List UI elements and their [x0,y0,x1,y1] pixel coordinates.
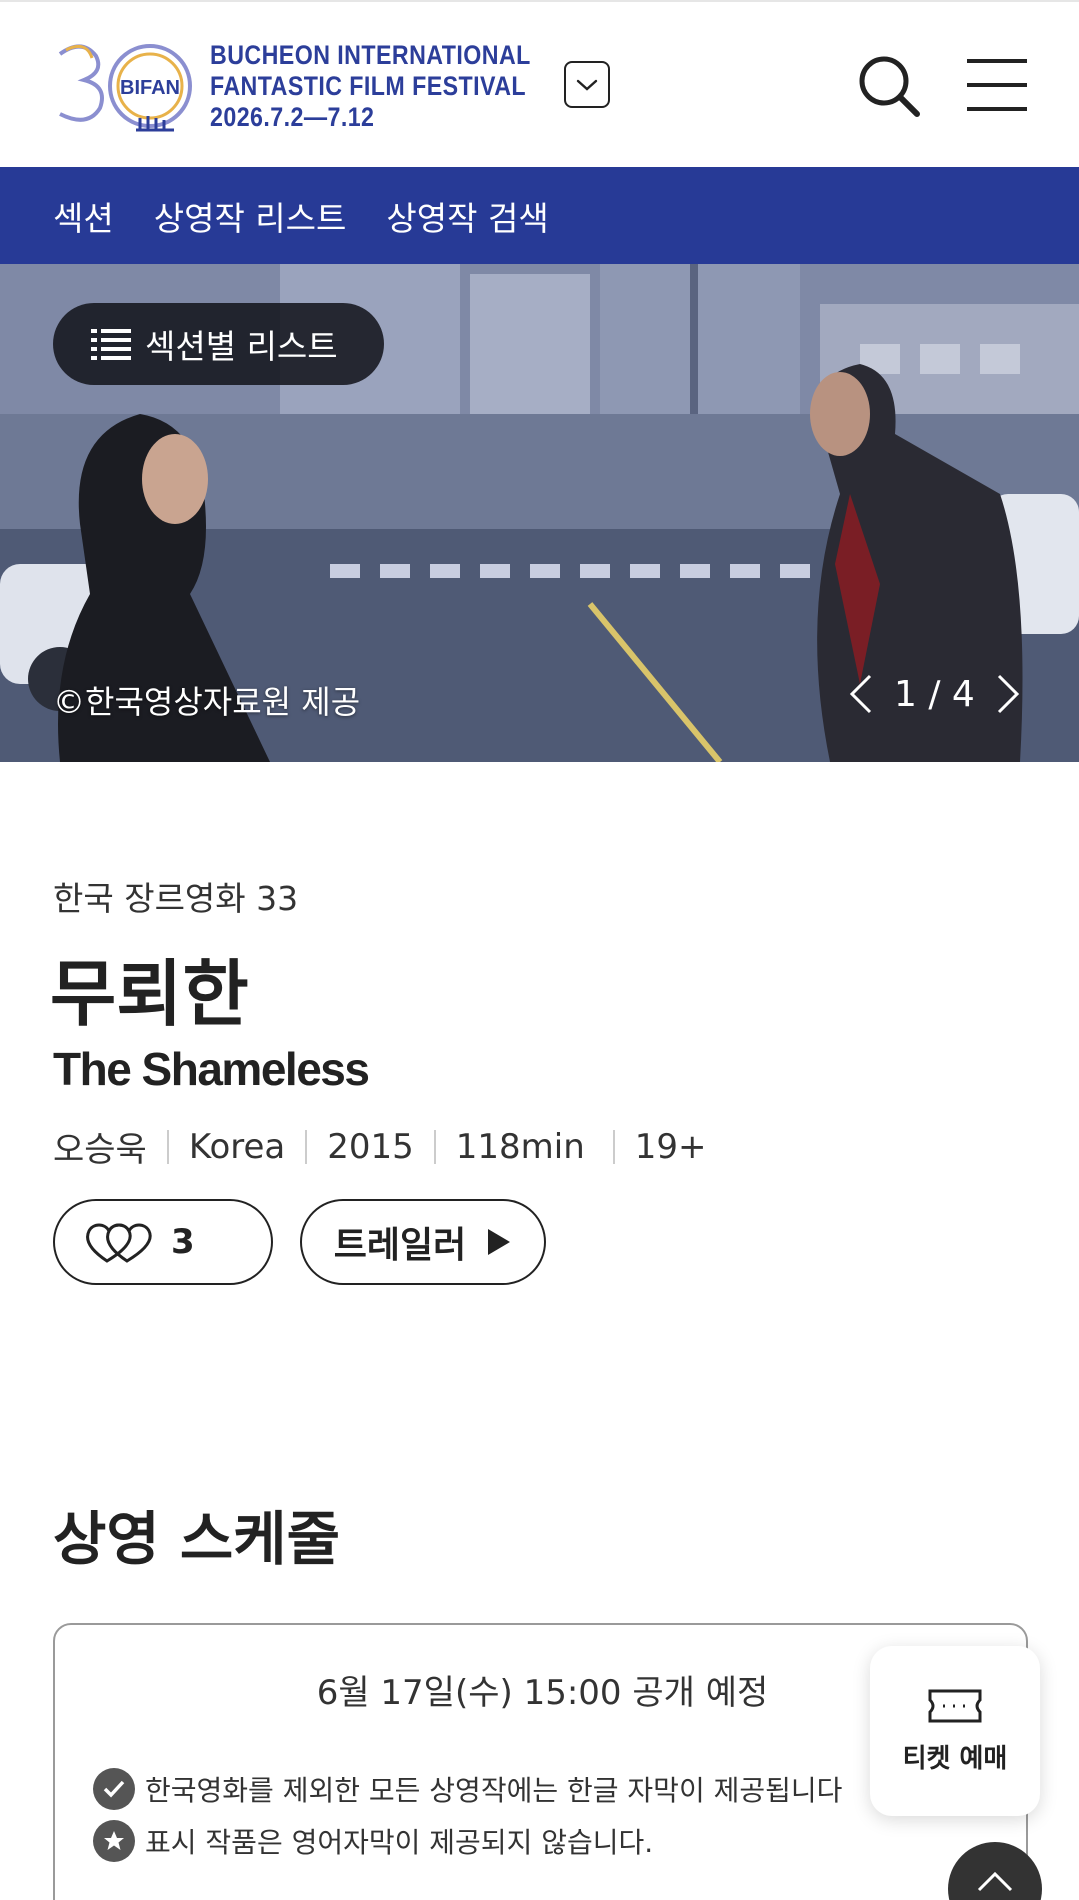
image-credit: ©한국영상자료원 제공 [53,683,361,721]
ticket-icon [928,1689,982,1722]
list-icon [91,329,131,360]
heart-outline-icon [86,1223,152,1263]
film-rating: 19+ [634,1126,707,1167]
chevron-left-icon[interactable] [846,672,876,716]
chevron-right-icon[interactable] [993,672,1023,716]
ticket-booking-button[interactable]: 티켓 예매 [870,1646,1040,1816]
logo-mark: BIFAN [120,77,180,99]
page: BIFAN BUCHEON INTERNATIONAL FANTASTIC FI… [0,0,1079,1900]
film-title-english: The Shameless [53,1043,370,1095]
schedule-title: 상영 스케줄 [53,1505,340,1573]
search-icon [859,56,920,117]
film-year: 2015 [327,1126,414,1167]
film-section-label: 한국 장르영화 33 [53,879,299,918]
film-runtime: 118min [455,1126,585,1167]
festival-dates: 2026.7.2—7.12 [210,102,375,132]
meta-divider [166,1129,169,1164]
dropdown-toggle-button[interactable] [564,61,610,108]
festival-name[interactable]: BUCHEON INTERNATIONAL FANTASTIC FILM FES… [210,40,531,133]
like-button[interactable]: 3 [53,1199,273,1285]
section-list-label: 섹션별 리스트 [145,327,338,366]
trailer-button[interactable]: 트레일러 [300,1199,546,1285]
subnav-item-film-list[interactable]: 상영작 리스트 [154,192,347,240]
festival-line1: BUCHEON INTERNATIONAL [210,40,531,70]
film-meta: 오승욱 Korea 2015 118min 19+ [53,1122,707,1171]
film-still-slider[interactable]: 섹션별 리스트 ©한국영상자료원 제공 1 / 4 [0,264,1079,762]
slider-pager: 1 / 4 [846,669,1023,719]
menu-icon [967,59,1027,111]
star-badge-icon [93,1820,135,1862]
search-button[interactable] [855,52,923,120]
meta-divider [305,1129,308,1164]
meta-divider [612,1129,615,1164]
english-subtitle-note-text: 표시 작품은 영어자막이 제공되지 않습니다. [145,1826,654,1859]
logo-emblem[interactable]: BIFAN [52,36,202,134]
site-header: BIFAN BUCHEON INTERNATIONAL FANTASTIC FI… [0,0,1079,167]
subtitle-note: 한국영화를 제외한 모든 상영작에는 한글 자막이 제공됩니다 [93,1768,842,1810]
check-badge-icon [93,1768,135,1810]
subnav-item-section[interactable]: 섹션 [53,192,114,240]
like-count: 3 [171,1222,195,1262]
film-director: 오승욱 [53,1130,147,1170]
subtitle-note-text: 한국영화를 제외한 모든 상영작에는 한글 자막이 제공됩니다 [145,1774,843,1807]
trailer-label: 트레일러 [333,1225,467,1266]
meta-divider [433,1129,436,1164]
subnav-item-film-search[interactable]: 상영작 검색 [386,192,548,240]
slider-count: 1 / 4 [894,673,975,715]
chevron-down-icon [576,79,598,91]
play-icon [488,1229,511,1255]
film-country: Korea [188,1126,286,1167]
ticket-booking-label: 티켓 예매 [902,1743,1008,1774]
section-list-button[interactable]: 섹션별 리스트 [53,303,384,385]
festival-line2: FANTASTIC FILM FESTIVAL [210,71,527,101]
english-subtitle-note: 표시 작품은 영어자막이 제공되지 않습니다. [93,1820,653,1862]
menu-button[interactable] [965,57,1029,113]
chevron-up-icon [977,1871,1013,1892]
film-title-korean: 무뢰한 [50,952,249,1036]
sub-navigation: 섹션 상영작 리스트 상영작 검색 [0,167,1079,264]
